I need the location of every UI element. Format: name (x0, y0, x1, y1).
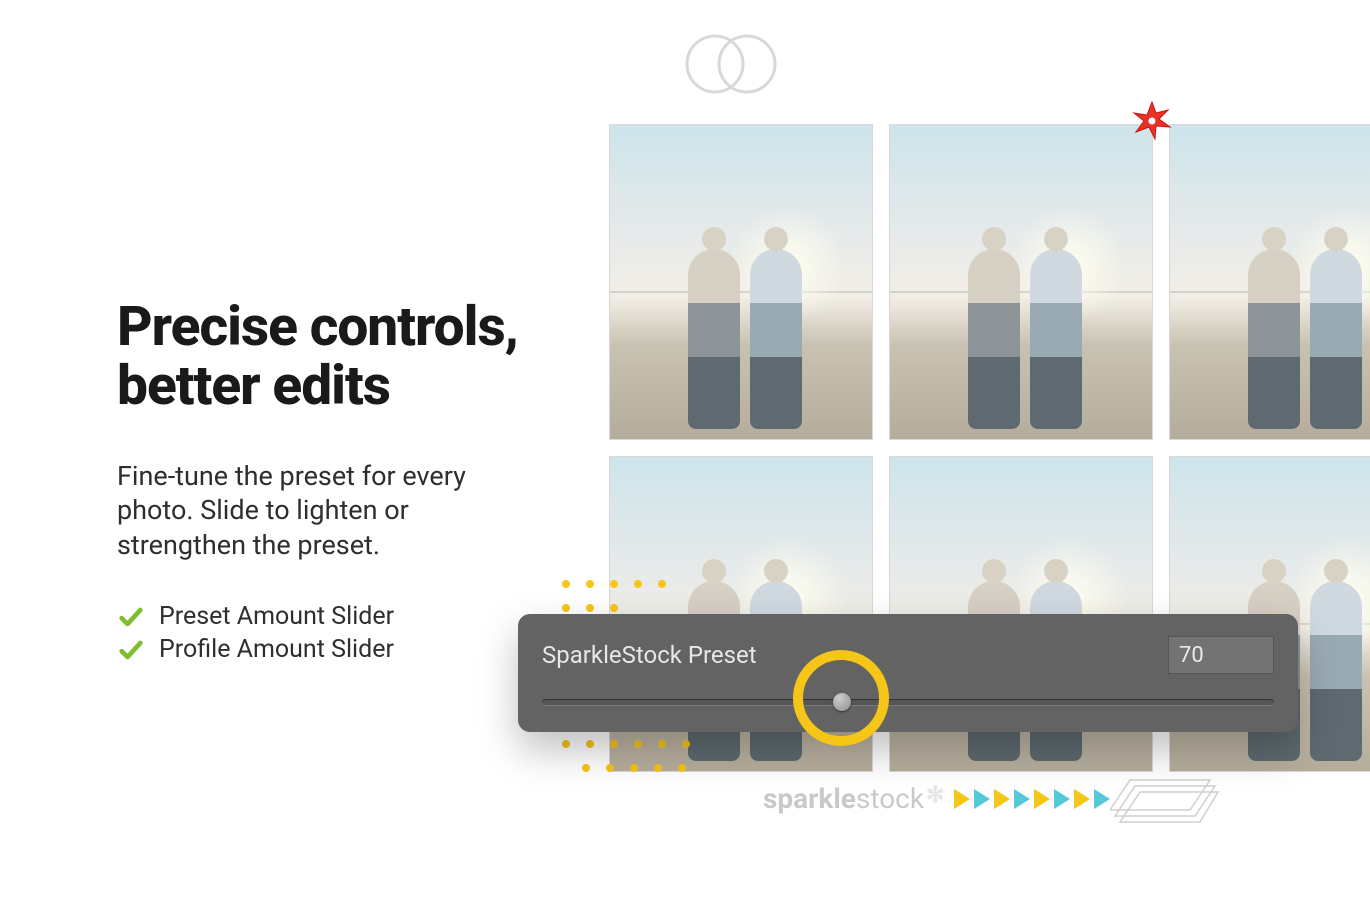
page-heading: Precise controls, better edits (117, 298, 577, 417)
star-icon (1131, 100, 1173, 146)
asterisk-icon: ✻ (926, 783, 944, 808)
highlight-ring-icon (793, 650, 889, 746)
preset-amount-panel: SparkleStock Preset (518, 614, 1298, 732)
overlap-circles-icon (683, 32, 779, 96)
slider-label: SparkleStock Preset (542, 641, 757, 669)
brand-part-1: sparkle (763, 782, 856, 815)
feature-label: Profile Amount Slider (159, 635, 394, 664)
checkmark-icon (117, 603, 145, 631)
feature-label: Preset Amount Slider (159, 602, 394, 631)
thumbnail (1169, 124, 1370, 440)
amount-slider[interactable] (542, 692, 1274, 716)
parallelogram-icon (1110, 770, 1220, 834)
dot-pattern-icon (556, 734, 756, 798)
slider-value-input[interactable] (1168, 636, 1274, 674)
brand-part-2: stock (856, 782, 924, 815)
subcopy: Fine-tune the preset for every photo. Sl… (117, 459, 497, 563)
thumbnail (889, 124, 1153, 440)
triangle-row-icon (954, 789, 1110, 809)
checkmark-icon (117, 636, 145, 664)
thumbnail (609, 124, 873, 440)
feature-item: Preset Amount Slider (117, 602, 577, 631)
heading-line-1: Precise controls, (117, 295, 518, 359)
feature-item: Profile Amount Slider (117, 635, 577, 664)
heading-line-2: better edits (117, 354, 390, 418)
brand-logo: sparklestock✻ (763, 782, 1110, 815)
